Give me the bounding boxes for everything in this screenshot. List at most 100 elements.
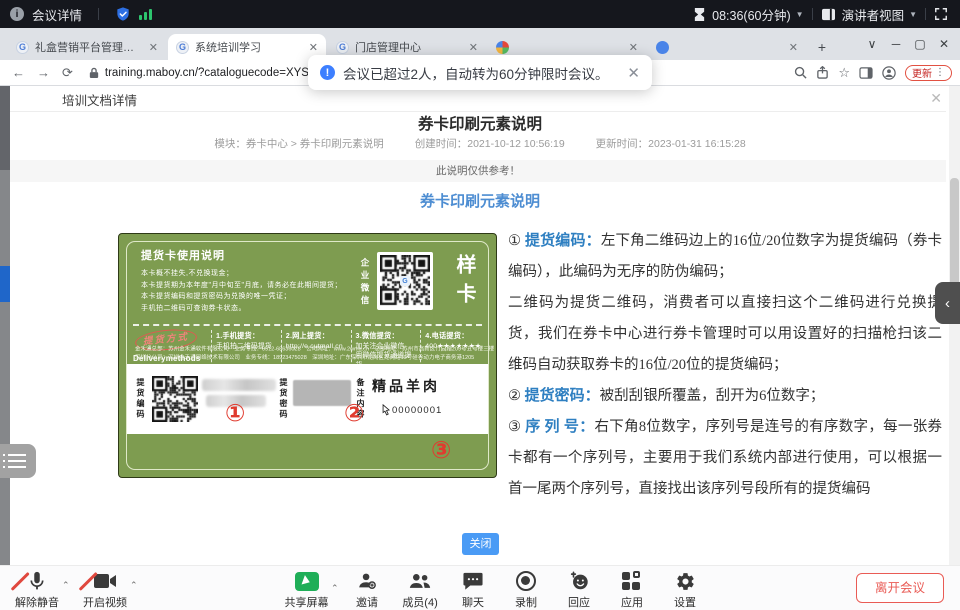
chat-label: 聊天 (447, 594, 500, 610)
paragraph-4: ③ 序 列 号：右下角8位数字，序列号是连号的有序数字，每一张券卡都有一个序列号… (508, 412, 942, 505)
share-screen-button[interactable]: 共享屏幕 (280, 569, 333, 610)
window-minimize-button[interactable]: ─ (884, 34, 908, 54)
item-number: ③ (508, 419, 525, 435)
tab-title: 系统培训学习 (195, 39, 305, 55)
members-button[interactable]: 成员(4) (394, 569, 447, 610)
settings-gear-icon (659, 569, 712, 593)
site-favicon (496, 41, 509, 54)
site-favicon: G (176, 41, 189, 54)
pickup-code-label: 提货编码 (135, 378, 146, 420)
view-dropdown-icon[interactable]: ▼ (909, 10, 917, 19)
collapse-panel-chevron[interactable]: ‹ (935, 282, 960, 324)
members-label: 成员(4) (394, 594, 447, 610)
chat-icon (447, 569, 500, 593)
doc-section-title[interactable]: 券卡印刷元素说明 (0, 190, 960, 211)
camera-off-icon (74, 569, 136, 593)
side-panel-icon[interactable] (859, 67, 873, 79)
meeting-info-icon[interactable]: i (10, 7, 24, 21)
divider (812, 8, 813, 20)
unmute-button[interactable]: 解除静音 (6, 569, 68, 610)
settings-button[interactable]: 设置 (659, 569, 712, 610)
profile-avatar-icon[interactable] (882, 66, 896, 80)
doc-notice-banner: 此说明仅供参考！ (10, 160, 946, 182)
view-mode-label[interactable]: 演讲者视图 (842, 5, 905, 24)
badge-2: ② (344, 402, 364, 426)
doc-module-breadcrumb: 模块：券卡中心 > 券卡印刷元素说明 (214, 138, 383, 150)
divider (98, 8, 99, 20)
meeting-topbar: i 会议详情 08:36(60分钟) ▼ 演讲者视图 ▼ (0, 0, 960, 28)
fullscreen-icon[interactable] (934, 7, 948, 21)
dashed-divider (133, 324, 482, 326)
browser-tab-1[interactable]: G 礼盒营销平台管理中心 ✕ (8, 34, 166, 60)
meeting-details-label[interactable]: 会议详情 (32, 5, 82, 24)
card-usage-line: 本卡提货期为本年度"月中旬至"月底，请务必在此期间提货； (141, 280, 342, 292)
tab-close-icon[interactable]: ✕ (469, 41, 478, 54)
window-close-button[interactable]: ✕ (932, 34, 956, 54)
layout-view-icon (821, 8, 836, 21)
close-doc-button[interactable]: 关闭 (462, 533, 499, 555)
browser-tab-5[interactable]: ✕ (648, 34, 806, 60)
mic-options-caret[interactable]: ⌃ (62, 580, 70, 591)
scratch-area (293, 380, 351, 406)
wechat-qr-code: G (377, 252, 433, 310)
qr-logo: G (400, 276, 410, 286)
invite-button[interactable]: 邀请 (341, 569, 394, 610)
start-video-button[interactable]: 开启视频 (74, 569, 136, 610)
reactions-icon (553, 569, 606, 593)
lock-icon[interactable] (89, 67, 99, 79)
modal-header: 培训文档详情 (10, 88, 946, 112)
tab-close-icon[interactable]: ✕ (309, 41, 318, 54)
timer-dropdown-icon[interactable]: ▼ (796, 10, 804, 19)
forward-icon[interactable]: → (37, 65, 50, 80)
card-usage-title: 提货卡使用说明 (141, 247, 342, 263)
apps-label: 应用 (606, 594, 659, 610)
card-usage-line: 手机拍二维码可查询券卡状态。 (141, 303, 342, 315)
tab-search-icon[interactable]: ∨ (860, 34, 884, 54)
site-favicon: G (16, 41, 29, 54)
fineprint-line: 金禾通总部：苏州金禾通软件有限公司 业务专线：0512-68636028 公司网… (135, 346, 466, 354)
meeting-toolbar: 解除静音 ⌃ 开启视频 ⌃ 共享屏幕 ⌃ 邀请 (0, 565, 960, 610)
bookmark-star-icon[interactable]: ☆ (838, 65, 850, 81)
record-label: 录制 (500, 594, 553, 610)
chrome-update-button[interactable]: 更新 ⋮ (905, 65, 952, 81)
tab-close-icon[interactable]: ✕ (789, 41, 798, 54)
security-shield-icon[interactable] (115, 6, 131, 22)
reload-icon[interactable]: ⟳ (62, 65, 73, 81)
fineprint-line: 深圳分公司：深圳金禾通网络技术有限公司 业务专线：18923475028 深圳地… (135, 354, 466, 362)
notification-close-icon[interactable]: ✕ (627, 64, 640, 82)
reactions-label: 回应 (553, 594, 606, 610)
doc-title: 券卡印刷元素说明 (0, 112, 960, 134)
reactions-button[interactable]: 回应 (553, 569, 606, 610)
doc-created-time: 创建时间：2021-10-12 10:56:19 (415, 138, 565, 150)
sample-card-label: 样卡 (450, 254, 479, 312)
browser-tab-2-active[interactable]: G 系统培训学习 ✕ (168, 34, 326, 60)
site-favicon: G (336, 41, 349, 54)
network-signal-icon[interactable] (139, 8, 152, 20)
new-tab-button[interactable]: + (812, 38, 832, 58)
record-button[interactable]: 录制 (500, 569, 553, 610)
window-restore-button[interactable]: ▢ (908, 34, 932, 54)
tab-close-icon[interactable]: ✕ (629, 41, 638, 54)
apps-icon (622, 571, 642, 591)
card-code-band: 提货编码 提货密码 备注内容 精品羊肉 00000001 (127, 364, 488, 434)
settings-label: 设置 (659, 594, 712, 610)
leave-meeting-button[interactable]: 离开会议 (856, 573, 944, 603)
members-icon (394, 569, 447, 593)
back-icon[interactable]: ← (12, 65, 25, 80)
floating-catalog-button[interactable] (0, 444, 36, 478)
page-scrollbar[interactable] (949, 86, 960, 565)
tab-title: 礼盒营销平台管理中心 (35, 39, 145, 55)
share-icon[interactable] (816, 66, 829, 79)
tab-close-icon[interactable]: ✕ (149, 41, 158, 54)
modal-close-icon[interactable]: ✕ (930, 90, 942, 107)
paragraph-3: ② 提货密码：被刮刮银所覆盖，刮开为6位数字； (508, 381, 942, 412)
method-title: 2.网上提货： (286, 331, 347, 341)
doc-meta: 模块：券卡中心 > 券卡印刷元素说明 创建时间：2021-10-12 10:56… (0, 136, 960, 151)
kebab-menu-icon[interactable]: ⋮ (935, 67, 945, 78)
chat-button[interactable]: 聊天 (447, 569, 500, 610)
notification-text: 会议已超过2人，自动转为60分钟限时会议。 (343, 63, 609, 83)
zoom-page-icon[interactable] (794, 66, 807, 79)
video-options-caret[interactable]: ⌃ (130, 580, 138, 591)
apps-button[interactable]: 应用 (606, 569, 659, 610)
share-options-caret[interactable]: ⌃ (331, 583, 339, 610)
